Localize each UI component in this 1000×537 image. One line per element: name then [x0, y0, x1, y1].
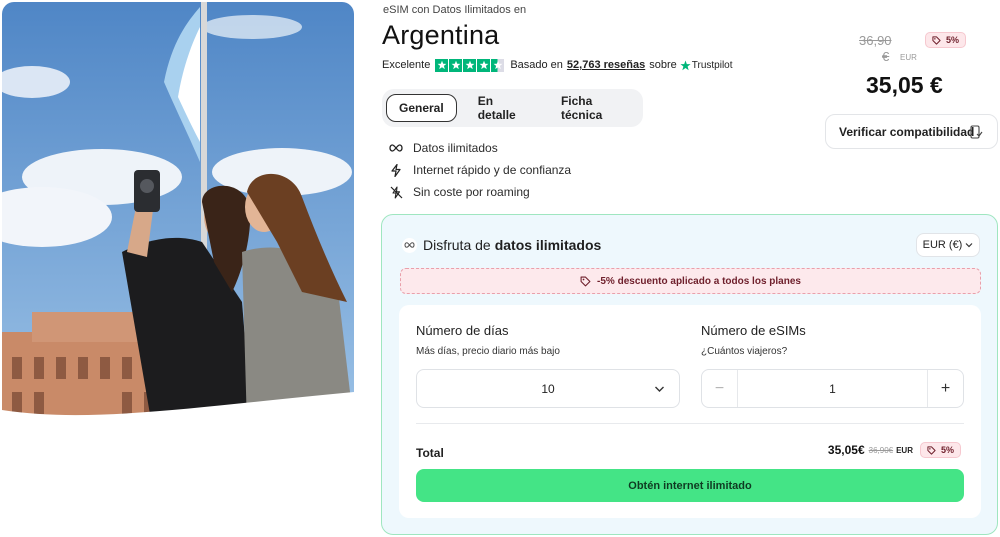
increment-button[interactable]: +: [927, 370, 963, 407]
plans-panel: Disfruta de datos ilimitados EUR (€) -5%…: [381, 214, 998, 535]
feature-label: Internet rápido y de confianza: [413, 163, 572, 177]
verify-compatibility-label: Verificar compatibilidad: [839, 124, 975, 139]
plans-title-bold: datos ilimitados: [494, 237, 602, 253]
rating-label: Excelente: [382, 59, 431, 71]
feature-item: Internet rápido y de confianza: [387, 159, 571, 181]
esims-sublabel: ¿Cuántos viajeros?: [701, 346, 788, 357]
total-currency: EUR: [896, 445, 913, 455]
feature-label: Datos ilimitados: [413, 141, 498, 155]
star-icon: [435, 58, 449, 72]
chevron-down-icon: [655, 386, 664, 392]
discount-notice: -5% descuento aplicado a todos los plane…: [400, 268, 981, 294]
days-value: 10: [541, 381, 555, 396]
discount-badge: 5%: [925, 32, 967, 48]
tab-ficha-tecnica[interactable]: Ficha técnica: [549, 94, 639, 122]
infinity-icon: [402, 237, 417, 253]
hero-photo-illustration: [2, 2, 354, 426]
esims-value[interactable]: 1: [738, 370, 927, 407]
old-price-currency: EUR: [900, 53, 917, 62]
old-price-symbol: €: [882, 49, 890, 64]
current-price: 35,05 €: [866, 72, 943, 98]
phone-check-icon: [970, 125, 983, 139]
trustpilot-rating[interactable]: Excelente Basado en 52,763 reseñas sobre…: [382, 58, 733, 72]
plans-title: Disfruta de datos ilimitados: [402, 237, 601, 253]
chevron-down-icon: [965, 243, 973, 248]
esims-label: Número de eSIMs: [701, 323, 806, 338]
currency-select[interactable]: EUR (€): [916, 233, 980, 257]
discount-badge-text: 5%: [940, 445, 954, 455]
get-unlimited-internet-button[interactable]: Obtén internet ilimitado: [416, 469, 964, 502]
days-select[interactable]: 10: [416, 369, 680, 408]
plans-title-prefix: Disfruta de: [423, 237, 491, 253]
lightning-icon: [387, 163, 405, 177]
days-label: Número de días: [416, 323, 509, 338]
total-summary: 35,05€ 36,90€ EUR 5%: [828, 442, 961, 458]
tab-general[interactable]: General: [386, 94, 457, 122]
currency-value: EUR (€): [922, 239, 963, 251]
rating-based-on: Basado en: [510, 59, 563, 71]
feature-label: Sin coste por roaming: [413, 185, 530, 199]
product-subtitle: eSIM con Datos Ilimitados en: [383, 4, 527, 16]
reviews-link[interactable]: 52,763 reseñas: [567, 59, 645, 71]
feature-item: Sin coste por roaming: [387, 181, 571, 203]
days-sublabel: Más días, precio diario más bajo: [416, 346, 560, 357]
trustpilot-text: Trustpilot: [691, 59, 733, 71]
tab-bar: General En detalle Ficha técnica: [382, 89, 643, 127]
rating-stars: [435, 58, 505, 72]
esims-stepper: − 1 +: [701, 369, 964, 408]
decrement-button[interactable]: −: [702, 370, 738, 407]
infinity-icon: [387, 144, 405, 152]
discount-badge: 5%: [919, 442, 961, 458]
half-star-icon: [491, 58, 505, 72]
discount-notice-text: -5% descuento aplicado a todos los plane…: [597, 275, 801, 287]
trustpilot-logo: Trustpilot: [680, 60, 733, 71]
star-icon: [477, 58, 491, 72]
feature-list: Datos ilimitados Internet rápido y de co…: [387, 137, 571, 203]
tag-icon: [932, 35, 941, 45]
total-price: 35,05€: [827, 443, 865, 457]
total-label: Total: [416, 446, 444, 460]
star-icon: [449, 58, 463, 72]
no-roaming-icon: [387, 185, 405, 199]
page-title: Argentina: [382, 20, 500, 50]
tab-en-detalle[interactable]: En detalle: [466, 94, 539, 122]
plan-config-card: Número de días Más días, precio diario m…: [399, 305, 981, 518]
star-icon: [463, 58, 477, 72]
rating-on: sobre: [649, 59, 677, 71]
old-price: 36,90: [859, 33, 892, 48]
divider: [416, 423, 964, 424]
feature-item: Datos ilimitados: [387, 137, 571, 159]
discount-badge-text: 5%: [946, 35, 960, 45]
trustpilot-star-icon: [680, 60, 691, 70]
tag-icon: [580, 276, 591, 286]
hero-image: [2, 2, 354, 426]
verify-compatibility-button[interactable]: Verificar compatibilidad: [825, 114, 998, 149]
tag-icon: [927, 445, 936, 455]
total-old-price: 36,90€: [868, 445, 894, 455]
